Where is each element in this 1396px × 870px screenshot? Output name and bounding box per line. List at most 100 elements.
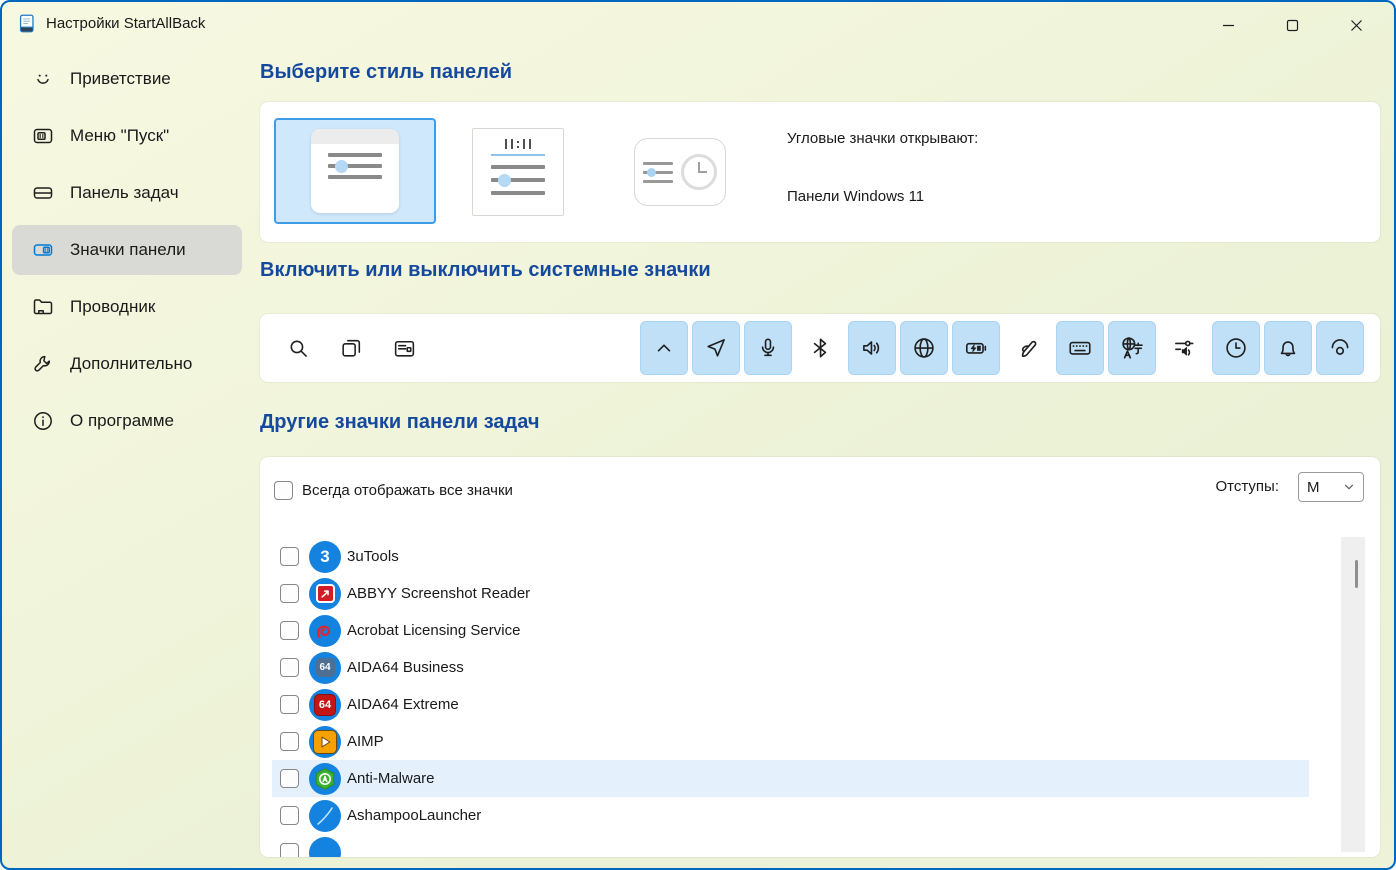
spacing-select[interactable]: M [1298,472,1364,502]
style-preview-lines [643,156,673,189]
app-checkbox[interactable] [280,806,299,825]
app-label: Acrobat Licensing Service [347,622,521,639]
sidebar-item-explorer[interactable]: Проводник [12,282,242,332]
bell-icon [1275,335,1301,361]
microphone-toggle[interactable] [744,321,792,375]
touch-keyboard-icon [1067,335,1093,361]
style-preview-clock [681,154,717,190]
app-checkbox[interactable] [280,732,299,751]
volume-icon [859,335,885,361]
app-label: ABBYY Screenshot Reader [347,585,531,602]
app-list: 3 3uTools ABBYY Screenshot Reader Acrobat L… [272,538,1309,857]
ashampoo-icon [309,799,341,832]
anti-malware-icon [309,762,341,795]
section-title-other-icons: Другие значки панели задач [260,411,540,433]
bell-toggle[interactable] [1264,321,1312,375]
volume-mixer-icon [1171,335,1197,361]
style-tile-compact-clock[interactable] [634,138,726,206]
clock-icon [1223,335,1249,361]
task-view-icon[interactable] [339,336,364,361]
app-label: AIDA64 Business [347,659,464,676]
battery-icon [963,335,989,361]
sidebar-item-taskbar[interactable]: Панель задач [12,168,242,218]
sidebar-item-label: Значки панели [70,240,186,259]
touch-keyboard-toggle[interactable] [1056,321,1104,375]
sidebar-item-welcome[interactable]: Приветствие [12,54,242,104]
app-checkbox[interactable] [280,695,299,714]
taskbar-icon [31,181,55,205]
sidebar-item-about[interactable]: О программе [12,396,242,446]
app-checkbox[interactable] [280,658,299,677]
app-row-3utools[interactable]: 3 3uTools [272,538,1309,575]
clock-toggle[interactable] [1212,321,1260,375]
maximize-button[interactable] [1260,2,1324,48]
3utools-icon: 3 [309,540,341,573]
abbyy-icon [309,577,341,610]
app-checkbox[interactable] [280,621,299,640]
startallback-app-icon [16,13,38,35]
aida64-extreme-icon: 64 [309,688,341,721]
app-row-abbyy-screenshot-reader[interactable]: ABBYY Screenshot Reader [272,575,1309,612]
always-show-label: Всегда отображать все значки [302,482,513,499]
sidebar-item-start-menu[interactable]: Меню "Пуск" [12,111,242,161]
titlebar: Настройки StartAllBack [2,2,1394,48]
tray-icons-icon [31,238,55,262]
style-tile-windows-10[interactable] [472,128,564,216]
app-checkbox[interactable] [280,584,299,603]
sidebar-item-label: Панель задач [70,183,179,202]
app-row-aida64-extreme[interactable]: 64 AIDA64 Extreme [272,686,1309,723]
microphone-icon [755,335,781,361]
style-tile-windows-11[interactable] [274,118,436,224]
location-toggle[interactable] [692,321,740,375]
search-icon[interactable] [286,336,311,361]
spacing-select-value: M [1307,478,1320,496]
startallback-settings-window: Настройки StartAllBack Приветствие Меню "… [0,0,1396,870]
corner-icons-label: Угловые значки открывают: [787,130,979,147]
network-globe-toggle[interactable] [900,321,948,375]
language-toggle[interactable] [1108,321,1156,375]
close-button[interactable] [1324,2,1388,48]
volume-toggle[interactable] [848,321,896,375]
scrollbar-thumb[interactable] [1355,560,1358,588]
spacing-label: Отступы: [1215,478,1279,495]
pen-toggle[interactable] [1004,321,1052,375]
app-row-aida64-business[interactable]: 64 AIDA64 Business [272,649,1309,686]
taskbar-left-icons [286,314,417,382]
maximize-icon [1286,19,1298,31]
app-checkbox[interactable] [280,843,299,857]
aida64-business-icon: 64 [309,651,341,684]
app-checkbox[interactable] [280,547,299,566]
chevron-down-icon [1344,484,1354,490]
always-show-checkbox[interactable] [274,481,293,500]
bluetooth-icon [807,335,833,361]
sidebar-item-advanced[interactable]: Дополнительно [12,339,242,389]
chevron-up-toggle[interactable] [640,321,688,375]
sidebar-item-label: Проводник [70,297,156,316]
minimize-icon [1222,24,1234,26]
bluetooth-toggle[interactable] [796,321,844,375]
app-label: AIMP [347,733,384,750]
sidebar-item-tray-icons[interactable]: Значки панели [12,225,242,275]
app-checkbox[interactable] [280,769,299,788]
app-row-anti-malware[interactable]: Anti-Malware [272,760,1309,797]
partial-blue-icon [309,836,341,857]
app-row-partial[interactable] [272,834,1309,857]
welcome-icon [31,67,55,91]
battery-toggle[interactable] [952,321,1000,375]
sidebar-item-label: О программе [70,411,175,430]
app-row-ashampoolauncher[interactable]: AshampooLauncher [272,797,1309,834]
app-row-acrobat-licensing-service[interactable]: Acrobat Licensing Service [272,612,1309,649]
app-row-aimp[interactable]: AIMP [272,723,1309,760]
widgets-icon[interactable] [392,336,417,361]
start-menu-icon [31,124,55,148]
corner-icons-target-select[interactable]: Панели Windows 11 [787,188,924,205]
scrollbar-track[interactable] [1341,537,1365,852]
chevron-up-icon [651,335,677,361]
volume-mixer-toggle[interactable] [1160,321,1208,375]
system-icons-panel [260,314,1380,382]
eye-toggle[interactable] [1316,321,1364,375]
window-title: Настройки StartAllBack [46,15,206,32]
system-icon-toggles [640,321,1364,375]
explorer-icon [31,295,55,319]
minimize-button[interactable] [1196,2,1260,48]
